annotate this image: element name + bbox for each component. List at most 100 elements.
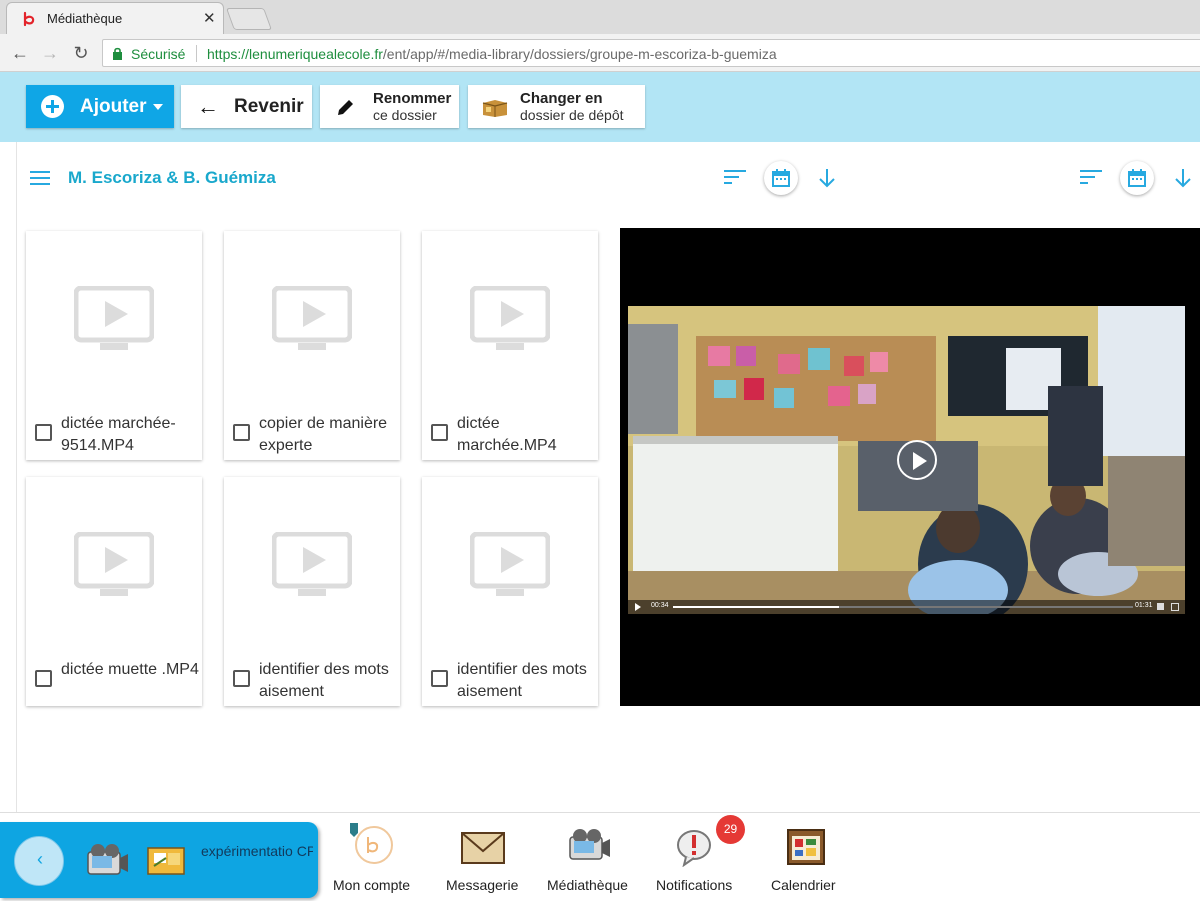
address-bar[interactable]: Sécurisé https://lenumeriquealecole.fr/e… [102,39,1200,67]
reload-icon[interactable]: ↻ [68,40,94,66]
calendar-icon [772,169,790,187]
video-file-icon [272,286,352,350]
calendar-icon [787,829,825,865]
notification-count-badge: 29 [716,815,745,844]
add-button[interactable]: Ajouter [26,85,174,128]
folder-map-icon[interactable] [146,842,186,878]
tab-title: Médiathèque [47,11,123,26]
media-checkbox[interactable] [35,424,52,441]
tab-close-icon[interactable]: ✕ [203,9,216,27]
url-path: /ent/app/#/media-library/dossiers/groupe… [382,46,777,62]
dock-item-media-library[interactable]: Médiathèque [546,813,636,901]
fullscreen-icon[interactable] [1171,603,1179,611]
secure-label: Sécurisé [131,46,186,62]
progress-bar[interactable] [673,606,1133,608]
hamburger-menu-icon[interactable] [30,171,50,186]
sort-by-date-button[interactable] [764,161,798,195]
media-card[interactable]: dictée muette .MP4 [26,477,202,706]
rename-folder-button[interactable]: Renommer ce dossier [320,85,459,128]
media-checkbox[interactable] [233,424,250,441]
project-label[interactable]: expérimentatio CP dédoublés [201,843,313,860]
box-icon [482,100,508,117]
browser-toolbar: ← → ↻ Sécurisé https://lenumeriquealecol… [0,34,1200,72]
duration: 01:31 [1135,602,1153,609]
video-controls: 00:34 01:31 [628,600,1185,614]
browser-tab-bar: Médiathèque ✕ [0,0,1200,34]
sort-descending-icon[interactable] [817,167,837,189]
envelope-icon [461,832,505,864]
progress-fill [673,606,839,608]
sort-descending-icon[interactable] [1173,167,1193,189]
plus-circle-icon [41,95,64,118]
video-file-icon [272,532,352,596]
url-host: lenumeriquealecole.fr [249,46,383,62]
media-toolbar: Ajouter ← Revenir Renommer ce dossier Ch… [0,72,1200,142]
dock-project-panel: ‹ expérimentatio CP dédoublés [0,822,318,898]
current-time: 00:34 [651,602,669,609]
new-tab-button[interactable] [225,8,273,30]
video-file-icon [74,286,154,350]
dock-item-label: Médiathèque [547,877,628,893]
video-player[interactable]: 00:34 01:31 [620,228,1200,706]
caret-down-icon [153,104,163,110]
dock-item-calendar[interactable]: Calendrier [770,813,850,901]
calendar-icon [1128,169,1146,187]
change-label-line1: Changer en [520,90,603,107]
video-file-icon [470,532,550,596]
media-card[interactable]: identifier des mots aisement [224,477,400,706]
pencil-icon [338,100,353,115]
media-checkbox[interactable] [431,424,448,441]
media-checkbox[interactable] [35,670,52,687]
media-card[interactable]: copier de manière experte [224,231,400,460]
media-name: copier de manière experte [259,415,388,454]
media-checkbox[interactable] [233,670,250,687]
video-frame[interactable]: 00:34 01:31 [628,306,1185,614]
browser-tab[interactable]: Médiathèque ✕ [6,2,224,34]
back-arrow-icon[interactable]: ← [7,40,33,66]
url-text: https://lenumeriquealecole.fr/ent/app/#/… [207,46,777,62]
dock-item-account[interactable]: Mon compte [330,813,420,901]
film-projector-icon[interactable] [86,842,130,880]
media-card[interactable]: dictée marchée-9514.MP4 [26,231,202,460]
media-card[interactable]: dictée marchée.MP4 [422,231,598,460]
rename-label-line2: ce dossier [373,107,437,123]
url-scheme: https:// [207,46,250,62]
play-overlay-icon[interactable] [897,440,937,480]
media-name: dictée marchée-9514.MP4 [61,415,176,454]
bottom-dock: ‹ expérimentatio CP dédoublés Mon compte… [0,812,1200,900]
video-file-icon [74,532,154,596]
back-button-label: Revenir [234,96,304,117]
dock-item-label: Mon compte [333,877,411,893]
address-divider [196,45,197,62]
back-button[interactable]: ← Revenir [181,85,312,128]
sort-icon[interactable] [724,170,746,186]
rename-label-line1: Renommer [373,90,452,107]
volume-icon[interactable] [1157,603,1164,610]
dock-item-label: Calendrier [771,877,836,893]
dock-back-button[interactable]: ‹ [14,836,64,886]
media-name: identifier des mots aisement [259,661,389,700]
media-library-icon [569,829,610,860]
arrow-left-icon: ← [197,94,219,119]
video-file-icon [470,286,550,350]
play-icon[interactable] [635,603,641,611]
content-divider [16,142,17,812]
notification-icon [677,830,711,867]
chevron-left-icon: ‹ [37,849,43,869]
dock-item-label: Notifications [656,877,733,893]
forward-arrow-icon[interactable]: → [37,40,63,66]
media-checkbox[interactable] [431,670,448,687]
lock-icon [113,47,122,60]
dock-item-label: Messagerie [446,877,519,893]
media-name: dictée muette .MP4 [61,661,199,678]
change-label-line2: dossier de dépôt [520,107,624,123]
add-button-label: Ajouter [80,96,147,117]
media-card[interactable]: identifier des mots aisement [422,477,598,706]
dock-item-messaging[interactable]: Messagerie [444,813,524,901]
change-to-dropbox-button[interactable]: Changer en dossier de dépôt [468,85,645,128]
sort-by-date-button[interactable] [1120,161,1154,195]
site-favicon-icon [23,11,35,27]
sort-icon[interactable] [1080,170,1102,186]
folder-title: M. Escoriza & B. Guémiza [68,168,276,187]
media-name: dictée marchée.MP4 [457,415,557,454]
